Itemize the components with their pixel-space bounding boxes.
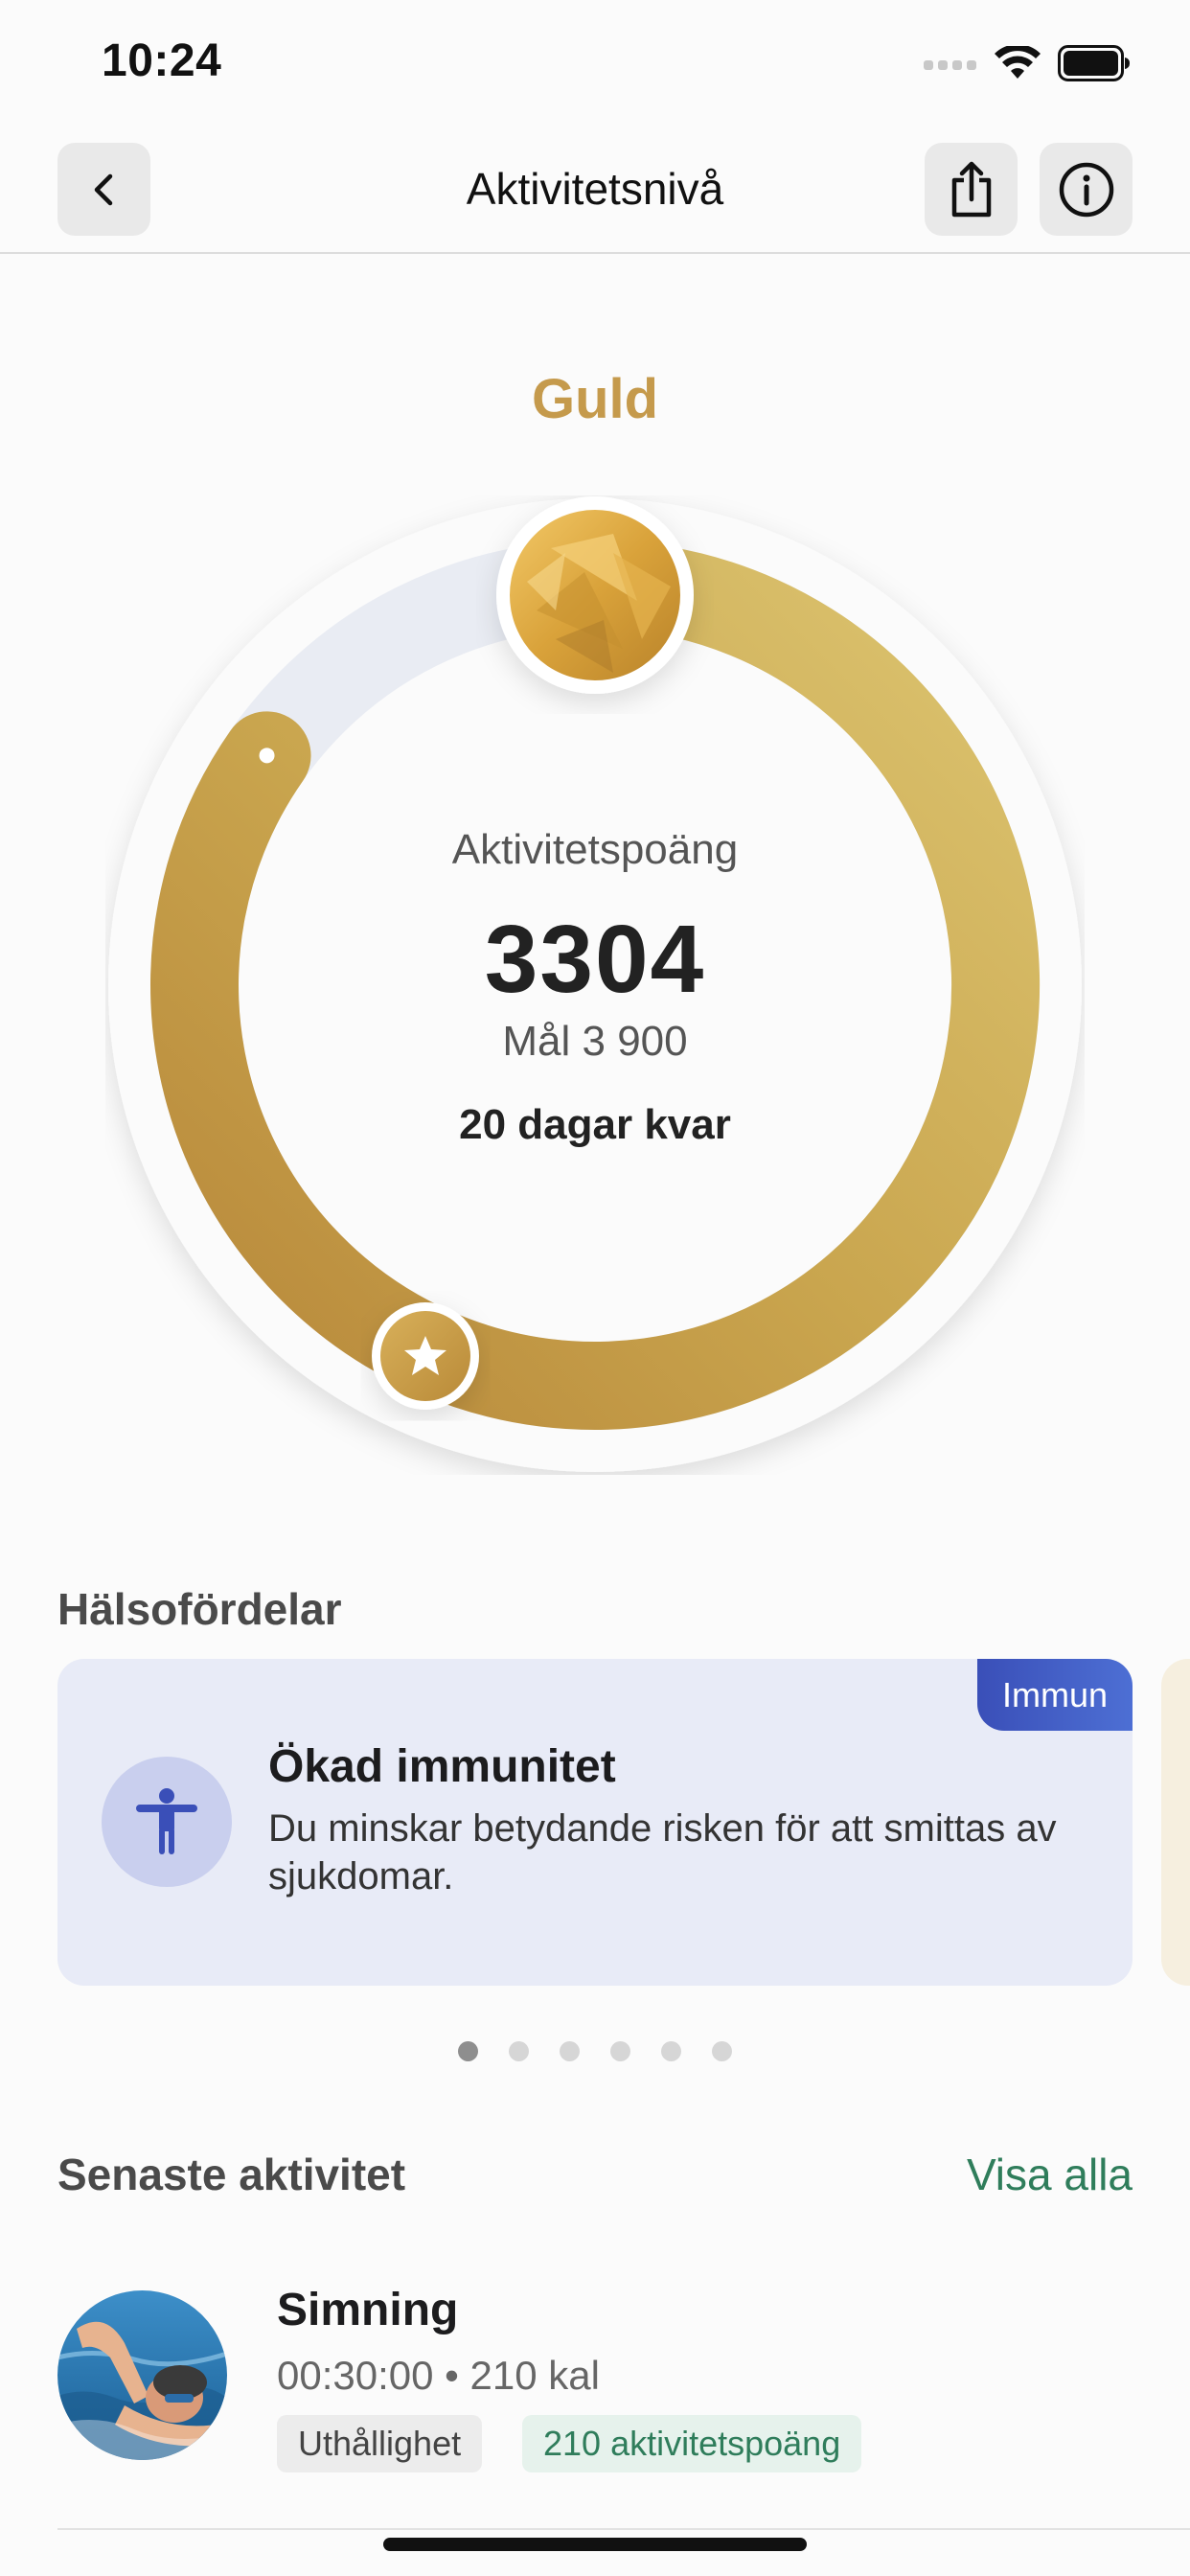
see-all-link[interactable]: Visa alla: [967, 2149, 1133, 2200]
activity-points-chip: 210 aktivitetspoäng: [522, 2415, 862, 2472]
cellular-signal-icon: [924, 60, 976, 70]
benefits-title: Hälsofördelar: [57, 1584, 342, 1634]
info-button[interactable]: [1040, 143, 1133, 236]
days-remaining: 20 dagar kvar: [459, 1101, 731, 1148]
activity-category-chip: Uthållighet: [277, 2415, 483, 2472]
score-value: 3304: [484, 906, 706, 1013]
battery-icon: [1058, 45, 1130, 81]
activity-name: Simning: [277, 2285, 459, 2335]
benefit-description: Du minskar betydande risken för att smit…: [268, 1807, 1057, 1898]
page-dot[interactable]: [712, 2041, 732, 2061]
benefit-tag: Immun: [977, 1659, 1133, 1731]
activity-progress-ring: Aktivitetspoäng 3304 Mål 3 900 20 dagar …: [105, 495, 1085, 1475]
status-bar: 10:24: [0, 0, 1190, 128]
person-icon: [102, 1757, 232, 1887]
status-icons: [924, 44, 1131, 82]
benefit-card[interactable]: Immun Ökad immunitet Du minskar betydand…: [57, 1659, 1133, 1986]
score-goal: Mål 3 900: [502, 1018, 688, 1065]
page-dot[interactable]: [560, 2041, 580, 2061]
score-summary: Aktivitetspoäng 3304 Mål 3 900 20 dagar …: [105, 495, 1085, 1475]
share-button[interactable]: [925, 143, 1018, 236]
swimmer-avatar: [57, 2290, 227, 2460]
benefit-heading: Ökad immunitet: [268, 1741, 616, 1792]
page-dot[interactable]: [458, 2041, 478, 2061]
carousel-pagination[interactable]: [0, 2041, 1190, 2061]
home-indicator: [383, 2538, 807, 2551]
page-dot[interactable]: [661, 2041, 681, 2061]
status-time: 10:24: [102, 35, 222, 86]
recent-activity-title: Senaste aktivitet: [57, 2150, 406, 2199]
page-dot[interactable]: [610, 2041, 630, 2061]
score-label: Aktivitetspoäng: [451, 826, 739, 873]
wifi-icon: [995, 46, 1041, 79]
divider: [57, 2528, 1190, 2530]
share-icon: [951, 161, 991, 217]
page-dot[interactable]: [509, 2041, 529, 2061]
nav-header: Aktivitetsnivå: [0, 128, 1190, 254]
next-benefit-card[interactable]: [1161, 1659, 1190, 1986]
info-icon: [1059, 162, 1113, 217]
level-name: Guld: [531, 368, 659, 430]
activity-meta: 00:30:00 • 210 kal: [277, 2353, 600, 2398]
